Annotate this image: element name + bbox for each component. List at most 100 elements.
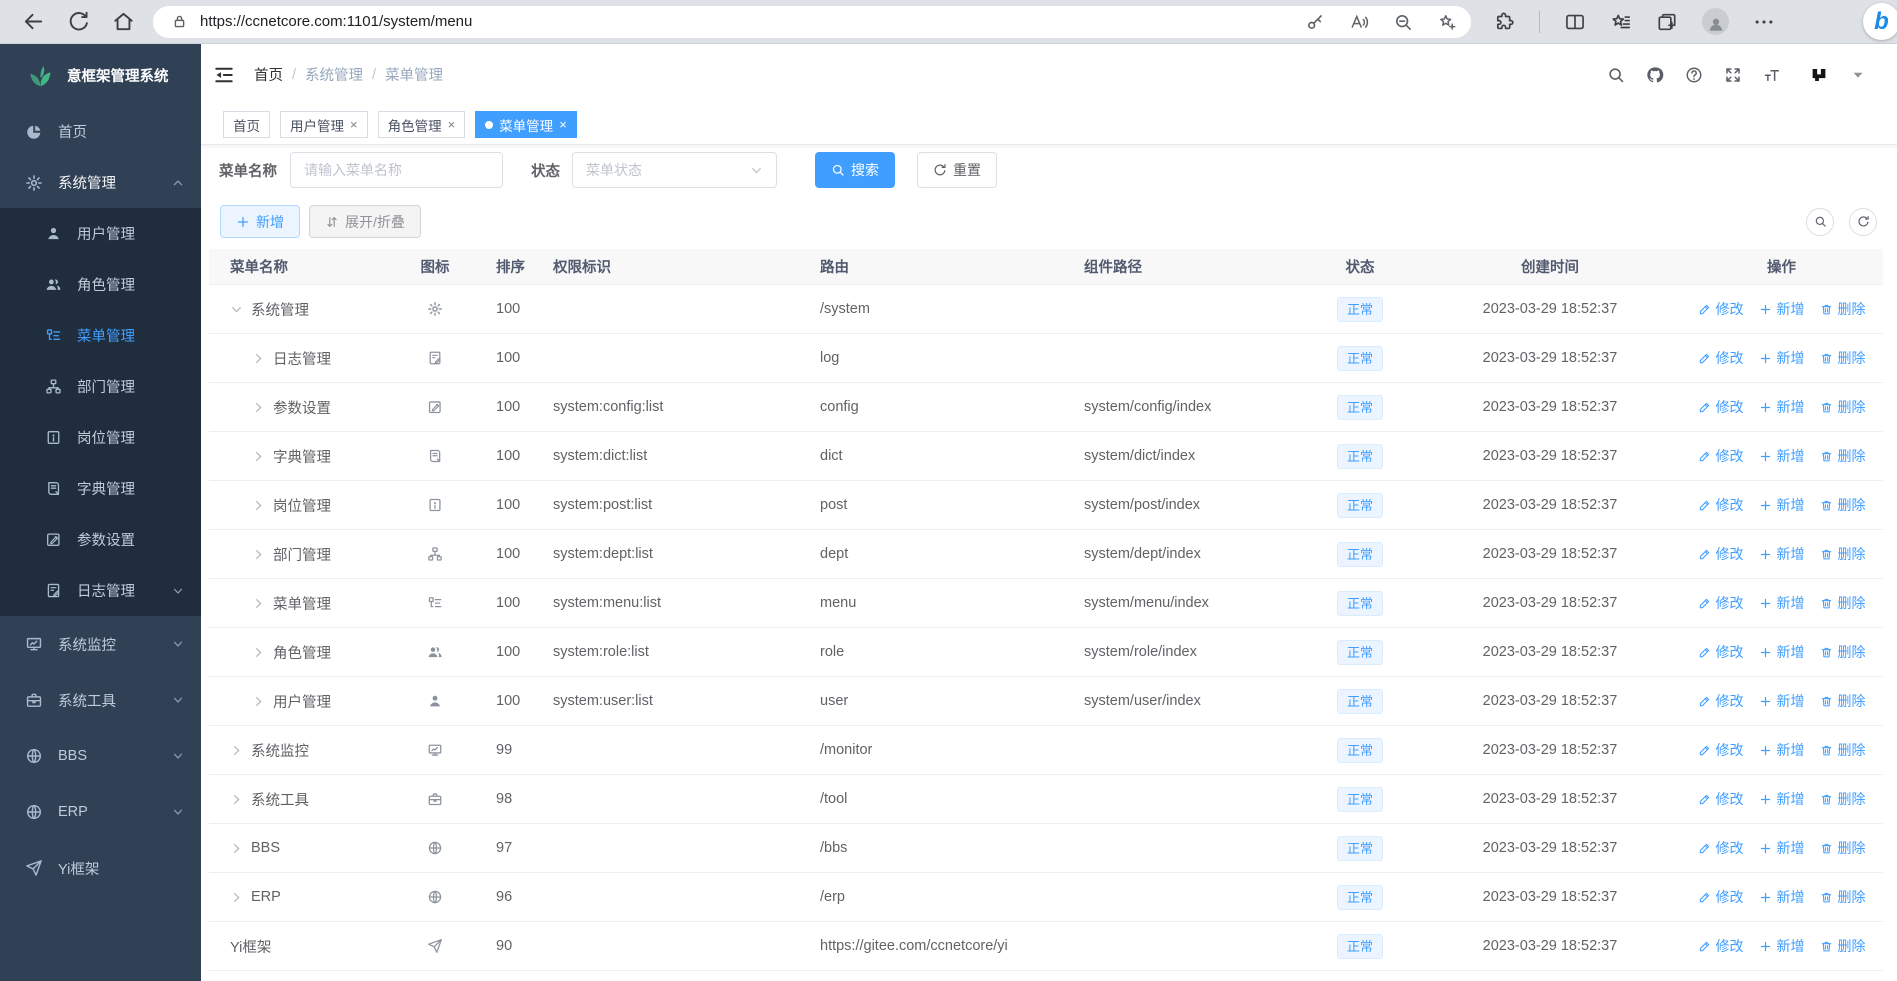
sidebar-item-dashboard[interactable]: 首页 xyxy=(0,106,201,157)
extensions-icon[interactable] xyxy=(1493,11,1515,33)
user-avatar-logo[interactable] xyxy=(1810,66,1828,84)
row-edit-link[interactable]: 修改 xyxy=(1698,740,1744,760)
row-add-link[interactable]: 新增 xyxy=(1759,495,1805,515)
row-add-link[interactable]: 新增 xyxy=(1759,397,1805,417)
sidebar-subitem-dict[interactable]: 字典管理 xyxy=(0,463,201,514)
sidebar-item-globe[interactable]: ERP xyxy=(0,784,201,840)
row-delete-link[interactable]: 删除 xyxy=(1820,348,1866,368)
close-icon[interactable]: × xyxy=(350,118,358,131)
row-add-link[interactable]: 新增 xyxy=(1759,887,1805,907)
close-icon[interactable]: × xyxy=(448,118,456,131)
row-edit-link[interactable]: 修改 xyxy=(1698,838,1744,858)
question-icon[interactable] xyxy=(1685,66,1703,84)
chev-right-icon[interactable] xyxy=(230,891,243,904)
chev-down-icon[interactable] xyxy=(230,303,243,316)
row-edit-link[interactable]: 修改 xyxy=(1698,642,1744,662)
row-edit-link[interactable]: 修改 xyxy=(1698,936,1744,956)
menu-name-input[interactable] xyxy=(290,152,503,188)
row-delete-link[interactable]: 删除 xyxy=(1820,789,1866,809)
key-icon[interactable] xyxy=(1305,12,1325,32)
collections-icon[interactable] xyxy=(1656,11,1678,33)
row-add-link[interactable]: 新增 xyxy=(1759,544,1805,564)
row-add-link[interactable]: 新增 xyxy=(1759,936,1805,956)
row-edit-link[interactable]: 修改 xyxy=(1698,789,1744,809)
sidebar-item-monitor[interactable]: 系统监控 xyxy=(0,616,201,672)
sidebar-subitem-menu[interactable]: 菜单管理 xyxy=(0,310,201,361)
github-icon[interactable] xyxy=(1646,66,1664,84)
sidebar-subitem-log[interactable]: 日志管理 xyxy=(0,565,201,616)
sidebar-subitem-tree[interactable]: 部门管理 xyxy=(0,361,201,412)
row-add-link[interactable]: 新增 xyxy=(1759,299,1805,319)
row-delete-link[interactable]: 删除 xyxy=(1820,397,1866,417)
row-edit-link[interactable]: 修改 xyxy=(1698,887,1744,907)
row-add-link[interactable]: 新增 xyxy=(1759,642,1805,662)
favorites-icon[interactable] xyxy=(1610,11,1632,33)
add-button[interactable]: 新增 xyxy=(220,205,300,238)
row-edit-link[interactable]: 修改 xyxy=(1698,495,1744,515)
row-delete-link[interactable]: 删除 xyxy=(1820,691,1866,711)
reset-button[interactable]: 重置 xyxy=(917,152,997,188)
copilot-icon[interactable]: b xyxy=(1863,3,1897,40)
tab-2[interactable]: 角色管理 × xyxy=(377,111,466,138)
close-icon[interactable]: × xyxy=(559,118,567,131)
read-aloud-icon[interactable] xyxy=(1349,12,1369,32)
row-add-link[interactable]: 新增 xyxy=(1759,740,1805,760)
row-add-link[interactable]: 新增 xyxy=(1759,446,1805,466)
status-select[interactable]: 菜单状态 xyxy=(572,152,777,188)
search-icon[interactable] xyxy=(1607,66,1625,84)
row-delete-link[interactable]: 删除 xyxy=(1820,544,1866,564)
sidebar-subitem-users[interactable]: 角色管理 xyxy=(0,259,201,310)
row-add-link[interactable]: 新增 xyxy=(1759,348,1805,368)
row-delete-link[interactable]: 删除 xyxy=(1820,446,1866,466)
breadcrumb-item[interactable]: 菜单管理 xyxy=(385,64,443,85)
row-delete-link[interactable]: 删除 xyxy=(1820,495,1866,515)
refresh-toggle-button[interactable] xyxy=(1849,207,1877,236)
home-icon[interactable] xyxy=(112,10,135,33)
sidebar-item-plane[interactable]: Yi框架 xyxy=(0,840,201,896)
row-delete-link[interactable]: 删除 xyxy=(1820,593,1866,613)
sidebar-item-globe[interactable]: BBS xyxy=(0,728,201,784)
chev-right-icon[interactable] xyxy=(252,499,265,512)
url-text[interactable]: https://ccnetcore.com:1101/system/menu xyxy=(200,13,472,30)
sidebar-subitem-edit[interactable]: 参数设置 xyxy=(0,514,201,565)
sidebar-item-gear[interactable]: 系统管理 xyxy=(0,157,201,208)
back-icon[interactable] xyxy=(22,10,45,33)
row-delete-link[interactable]: 删除 xyxy=(1820,838,1866,858)
chev-right-icon[interactable] xyxy=(252,548,265,561)
row-add-link[interactable]: 新增 xyxy=(1759,838,1805,858)
breadcrumb-item[interactable]: 系统管理 xyxy=(305,64,363,85)
row-edit-link[interactable]: 修改 xyxy=(1698,446,1744,466)
tab-0[interactable]: 首页 xyxy=(223,111,270,138)
fullscreen-icon[interactable] xyxy=(1724,66,1742,84)
row-delete-link[interactable]: 删除 xyxy=(1820,299,1866,319)
chev-right-icon[interactable] xyxy=(252,352,265,365)
chev-right-icon[interactable] xyxy=(230,842,243,855)
row-add-link[interactable]: 新增 xyxy=(1759,593,1805,613)
more-icon[interactable] xyxy=(1753,11,1775,33)
chev-right-icon[interactable] xyxy=(230,793,243,806)
font-size-icon[interactable] xyxy=(1763,66,1781,84)
breadcrumb-item[interactable]: 首页 xyxy=(254,64,283,85)
app-logo[interactable]: 意框架管理系统 xyxy=(0,44,201,106)
sidebar-item-tool[interactable]: 系统工具 xyxy=(0,672,201,728)
zoom-out-icon[interactable] xyxy=(1393,12,1413,32)
split-screen-icon[interactable] xyxy=(1564,11,1586,33)
row-edit-link[interactable]: 修改 xyxy=(1698,593,1744,613)
row-edit-link[interactable]: 修改 xyxy=(1698,348,1744,368)
chev-right-icon[interactable] xyxy=(252,450,265,463)
row-edit-link[interactable]: 修改 xyxy=(1698,397,1744,417)
search-toggle-button[interactable] xyxy=(1806,207,1834,236)
search-button[interactable]: 搜索 xyxy=(815,152,895,188)
chev-right-icon[interactable] xyxy=(252,695,265,708)
row-delete-link[interactable]: 删除 xyxy=(1820,936,1866,956)
row-add-link[interactable]: 新增 xyxy=(1759,789,1805,809)
row-edit-link[interactable]: 修改 xyxy=(1698,544,1744,564)
sidebar-subitem-post[interactable]: 岗位管理 xyxy=(0,412,201,463)
chev-right-icon[interactable] xyxy=(230,744,243,757)
reload-icon[interactable] xyxy=(67,10,90,33)
sidebar-subitem-user[interactable]: 用户管理 xyxy=(0,208,201,259)
row-add-link[interactable]: 新增 xyxy=(1759,691,1805,711)
profile-avatar[interactable] xyxy=(1702,8,1729,35)
collapse-sidebar-icon[interactable] xyxy=(213,64,235,86)
row-delete-link[interactable]: 删除 xyxy=(1820,740,1866,760)
